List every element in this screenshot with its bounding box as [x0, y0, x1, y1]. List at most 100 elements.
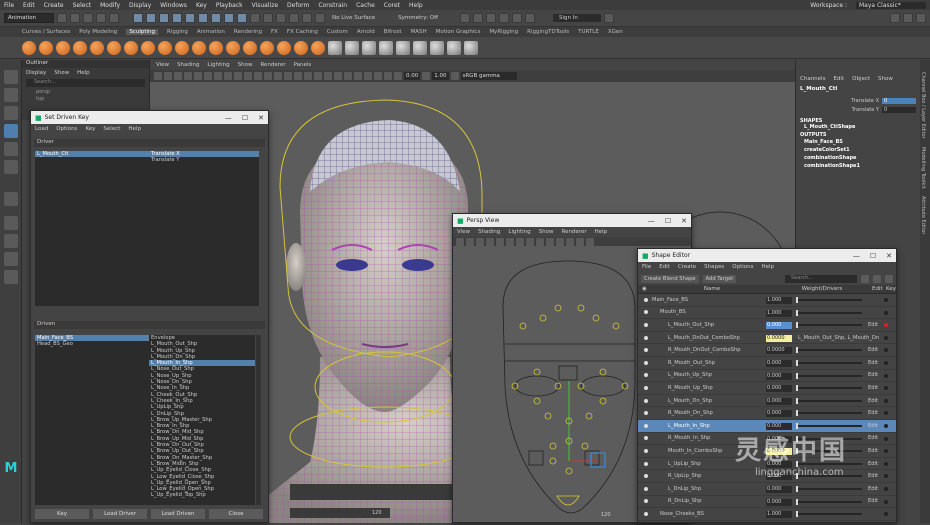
no-live-surface[interactable]: No Live Surface	[332, 15, 375, 21]
repeat-tool-icon[interactable]	[158, 40, 172, 55]
shape-row[interactable]: L_Mouth_Up_Shp 0.000 Edit	[638, 370, 896, 383]
knife-tool-icon[interactable]	[243, 40, 257, 55]
xray-icon[interactable]	[374, 72, 382, 80]
convert-to-frozen-icon[interactable]	[328, 40, 342, 55]
lasso-tool-icon[interactable]	[4, 88, 18, 102]
resolution-gate-icon[interactable]	[516, 237, 524, 246]
key-dot-icon[interactable]	[884, 474, 888, 479]
shape-row[interactable]: L_Mouth_DnOut_ComboShp 0.0000 L_Mouth_Out_…	[638, 332, 896, 345]
list-item[interactable]: Translate Y	[149, 157, 259, 163]
shape-row[interactable]: L_Mouth_Dn_Shp 0.000 Edit	[638, 395, 896, 408]
se-menu-shapes[interactable]: Shapes	[704, 264, 724, 270]
shape-name[interactable]: L_UpLip_Shp	[668, 461, 701, 467]
lights-icon[interactable]	[304, 72, 312, 80]
relax-tool-icon[interactable]	[56, 40, 70, 55]
persp-menu-view[interactable]: View	[457, 229, 470, 235]
list-item[interactable]: Head_BS_Geo	[35, 341, 149, 347]
view-transform-select[interactable]: sRGB gamma	[460, 72, 517, 80]
shape-row[interactable]: R_UpLip_Shp 0.000 Edit	[638, 470, 896, 483]
maximize-icon[interactable]: ☐	[242, 114, 248, 122]
vp-menu-panels[interactable]: Panels	[294, 62, 312, 68]
persp-menu-lighting[interactable]: Lighting	[508, 229, 530, 235]
lights-icon[interactable]	[556, 237, 564, 246]
shape-name[interactable]: R_Mouth_DnOut_ComboShp	[668, 347, 741, 353]
textured-icon[interactable]	[294, 72, 302, 80]
persp-menu-help[interactable]: Help	[595, 229, 608, 235]
imprint-tool-icon[interactable]	[175, 40, 189, 55]
visibility-dot-icon[interactable]	[644, 423, 648, 428]
toggle-channel-box-icon[interactable]	[916, 13, 926, 23]
col-weight[interactable]: Weight/Drivers	[772, 286, 872, 292]
visibility-dot-icon[interactable]	[644, 373, 648, 378]
gate-mask-icon[interactable]	[224, 72, 232, 80]
shape-row[interactable]: Mouth_BS 1.000	[638, 307, 896, 320]
tab-modelling-toolkit[interactable]: Modelling Toolkit	[920, 147, 926, 189]
new-scene-icon[interactable]	[57, 13, 67, 23]
cb-output-node[interactable]: combinationShape	[796, 154, 920, 162]
close-button[interactable]: Close	[209, 509, 263, 519]
shape-name[interactable]: R_Mouth_Up_Shp	[668, 385, 713, 391]
outliner-menu-display[interactable]: Display	[26, 70, 46, 76]
single-perspective-layout-icon[interactable]	[4, 216, 18, 230]
menu-cache[interactable]: Cache	[356, 2, 375, 9]
visibility-dot-icon[interactable]	[644, 348, 648, 353]
key-dot-icon[interactable]	[884, 449, 888, 454]
edit-button[interactable]: Edit	[868, 486, 878, 492]
visibility-dot-icon[interactable]	[644, 461, 648, 466]
options-icon[interactable]	[885, 274, 893, 283]
minimize-icon[interactable]: —	[225, 114, 232, 122]
weight-field[interactable]: 0.000	[766, 473, 792, 481]
visibility-dot-icon[interactable]	[644, 411, 648, 416]
close-icon[interactable]: ✕	[886, 252, 892, 260]
weight-slider[interactable]	[796, 372, 862, 379]
shape-row[interactable]: R_Mouth_Up_Shp 0.000 Edit	[638, 382, 896, 395]
smooth-shade-icon[interactable]	[274, 72, 282, 80]
film-gate-icon[interactable]	[506, 237, 514, 246]
shape-search-input[interactable]: Search...	[785, 274, 857, 283]
snap-grid-icon[interactable]	[250, 13, 260, 23]
weight-slider[interactable]	[796, 460, 862, 467]
sdk-menu-help[interactable]: Help	[128, 126, 141, 132]
shelf-tab[interactable]: RiggingTDTools	[527, 29, 569, 35]
exposure-field[interactable]: 0.00	[404, 72, 421, 80]
shape-name[interactable]: R_DnLip_Shp	[668, 498, 702, 504]
key-dot-icon[interactable]	[884, 461, 888, 466]
save-scene-icon[interactable]	[83, 13, 93, 23]
outliner-menu-help[interactable]: Help	[77, 70, 90, 76]
se-menu-options[interactable]: Options	[732, 264, 753, 270]
smooth-shade-icon[interactable]	[536, 237, 544, 246]
menu-create[interactable]: Create	[44, 2, 64, 9]
visibility-dot-icon[interactable]	[644, 360, 648, 365]
slider-handle[interactable]	[796, 511, 798, 518]
slider-handle[interactable]	[796, 473, 798, 480]
slider-handle[interactable]	[796, 448, 798, 455]
key-dot-icon[interactable]	[884, 411, 888, 416]
isolate-select-icon[interactable]	[576, 237, 584, 246]
wireframe-icon[interactable]	[264, 72, 272, 80]
weight-field[interactable]: 0.000	[766, 359, 792, 367]
menu-select[interactable]: Select	[73, 2, 92, 9]
xray-joints-icon[interactable]	[384, 72, 392, 80]
edit-button[interactable]: Edit	[868, 498, 878, 504]
cb-output-node[interactable]: combinationShape1	[796, 162, 920, 170]
visibility-dot-icon[interactable]	[644, 398, 648, 403]
smear-tool-icon[interactable]	[260, 40, 274, 55]
shadows-icon[interactable]	[314, 72, 322, 80]
render-view-icon[interactable]	[512, 13, 523, 23]
shelf-tab[interactable]: Bifrost	[384, 29, 402, 35]
shelf-tab[interactable]: Rigging	[167, 29, 188, 35]
weight-field[interactable]: 0.0000	[766, 334, 792, 342]
wireframe-on-shaded-icon[interactable]	[284, 72, 292, 80]
shadows-icon[interactable]	[566, 237, 574, 246]
slider-handle[interactable]	[796, 297, 798, 303]
shelf-tab[interactable]: Motion Graphics	[436, 29, 481, 35]
smooth-tool-icon[interactable]	[39, 40, 53, 55]
sculpt-layer-icon[interactable]	[396, 40, 410, 55]
edit-button[interactable]: Edit	[868, 435, 878, 441]
shape-name[interactable]: L_Mouth_Up_Shp	[668, 372, 712, 378]
aa-icon[interactable]	[344, 72, 352, 80]
shelf-tab[interactable]: Animation	[197, 29, 225, 35]
slider-handle[interactable]	[796, 385, 798, 392]
open-scene-icon[interactable]	[70, 13, 80, 23]
list-item[interactable]: L_Mouth_Ctl	[35, 151, 149, 158]
